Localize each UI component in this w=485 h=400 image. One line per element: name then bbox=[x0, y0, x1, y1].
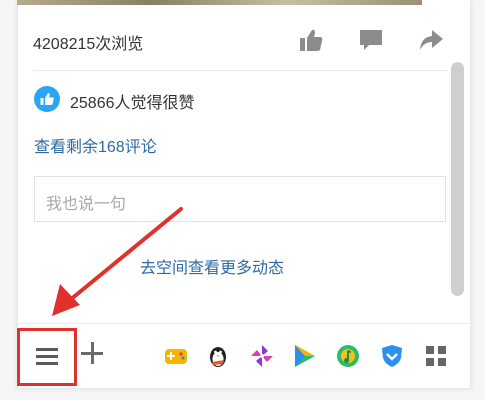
speech-bubble-icon[interactable] bbox=[357, 26, 385, 54]
share-arrow-icon[interactable] bbox=[417, 26, 445, 54]
view-count: 4208215次浏览 bbox=[33, 36, 144, 53]
comment-placeholder: 我也说一句 bbox=[46, 196, 127, 213]
like-badge-icon bbox=[34, 86, 60, 112]
post-stats-row: 4208215次浏览 bbox=[17, 22, 447, 56]
divider bbox=[34, 70, 447, 71]
likes-count: 25866人觉得很赞 bbox=[70, 95, 195, 112]
penguin-icon[interactable] bbox=[204, 342, 232, 370]
scrollbar-thumb[interactable] bbox=[451, 62, 464, 296]
go-to-space-link[interactable]: 去空间查看更多动态 bbox=[140, 254, 284, 278]
music-icon[interactable] bbox=[334, 342, 362, 370]
view-more-comments-link[interactable]: 查看剩余168评论 bbox=[34, 133, 157, 157]
hamburger-menu-icon bbox=[36, 348, 58, 366]
comment-input[interactable]: 我也说一句 bbox=[34, 176, 446, 222]
shield-icon[interactable] bbox=[378, 342, 406, 370]
pinwheel-icon[interactable] bbox=[248, 342, 276, 370]
thumbs-up-icon[interactable] bbox=[297, 26, 325, 54]
plus-icon[interactable] bbox=[81, 342, 103, 364]
video-play-icon[interactable] bbox=[290, 342, 318, 370]
grid-apps-icon[interactable] bbox=[422, 342, 450, 370]
bottom-toolbar bbox=[17, 324, 469, 388]
post-image-edge bbox=[17, 0, 422, 5]
main-menu-button[interactable] bbox=[17, 328, 77, 386]
game-icon[interactable] bbox=[162, 342, 190, 370]
